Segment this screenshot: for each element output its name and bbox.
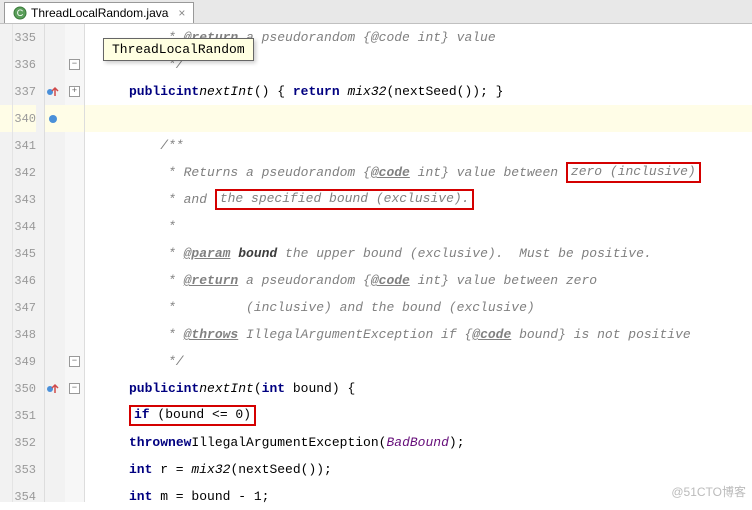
line-number: 353	[0, 456, 36, 483]
code-line-highlighted[interactable]	[125, 105, 752, 132]
code-line[interactable]: public int nextInt(int bound) {	[125, 375, 752, 402]
code-line[interactable]: int r = mix32(nextSeed());	[125, 456, 752, 483]
file-tab[interactable]: C ThreadLocalRandom.java ×	[4, 2, 194, 23]
fold-collapse-icon[interactable]: −	[69, 59, 80, 70]
code-line[interactable]: * Returns a pseudorandom {@code int} val…	[125, 159, 752, 186]
code-editor[interactable]: 335 336 337 340 341 342 343 344 345 346 …	[0, 24, 752, 502]
code-line[interactable]: * (inclusive) and the bound (exclusive)	[125, 294, 752, 321]
java-class-icon: C	[13, 6, 27, 20]
code-line[interactable]: * @return a pseudorandom {@code int} val…	[125, 267, 752, 294]
code-line[interactable]: public int nextInt() { return mix32(next…	[125, 78, 752, 105]
code-line[interactable]: /**	[125, 132, 752, 159]
indent-guide-column	[85, 24, 125, 502]
line-number: 336	[0, 51, 36, 78]
code-line[interactable]: if (bound <= 0)	[125, 402, 752, 429]
line-number-gutter: 335 336 337 340 341 342 343 344 345 346 …	[0, 24, 45, 502]
override-marker-icon[interactable]	[45, 84, 61, 100]
svg-text:C: C	[17, 8, 24, 18]
line-number: 348	[0, 321, 36, 348]
line-number: 340	[0, 105, 36, 132]
line-number: 354	[0, 483, 36, 510]
fold-collapse-icon[interactable]: −	[69, 356, 80, 367]
fold-collapse-icon[interactable]: −	[69, 383, 80, 394]
tab-filename: ThreadLocalRandom.java	[31, 6, 168, 20]
line-number: 346	[0, 267, 36, 294]
line-number: 344	[0, 213, 36, 240]
line-number: 337	[0, 78, 36, 105]
line-number: 350	[0, 375, 36, 402]
code-line[interactable]: */	[125, 348, 752, 375]
code-line[interactable]: * @param bound the upper bound (exclusiv…	[125, 240, 752, 267]
tab-bar: C ThreadLocalRandom.java ×	[0, 0, 752, 24]
code-line[interactable]: * @throws IllegalArgumentException if {@…	[125, 321, 752, 348]
highlight-box: the specified bound (exclusive).	[215, 189, 475, 210]
line-number: 341	[0, 132, 36, 159]
hover-tooltip: ThreadLocalRandom	[103, 38, 254, 61]
tab-close-icon[interactable]: ×	[178, 6, 185, 20]
code-line[interactable]: int m = bound - 1;	[125, 483, 752, 510]
code-line[interactable]: * and the specified bound (exclusive).	[125, 186, 752, 213]
marker-column	[45, 24, 65, 502]
line-number: 352	[0, 429, 36, 456]
line-number: 347	[0, 294, 36, 321]
line-number: 349	[0, 348, 36, 375]
code-line[interactable]: *	[125, 213, 752, 240]
fold-column: − + − −	[65, 24, 85, 502]
highlight-box: if (bound <= 0)	[129, 405, 256, 426]
highlight-box: zero (inclusive)	[566, 162, 701, 183]
override-marker-icon[interactable]	[45, 381, 61, 397]
line-number: 351	[0, 402, 36, 429]
line-number: 342	[0, 159, 36, 186]
code-line[interactable]: throw new IllegalArgumentException(BadBo…	[125, 429, 752, 456]
line-number: 345	[0, 240, 36, 267]
watermark: @51CTO博客	[671, 483, 746, 500]
line-number: 343	[0, 186, 36, 213]
breakpoint-marker-icon[interactable]	[45, 111, 61, 127]
fold-expand-icon[interactable]: +	[69, 86, 80, 97]
line-number: 335	[0, 24, 36, 51]
code-content[interactable]: * @return a pseudorandom {@code int} val…	[125, 24, 752, 502]
